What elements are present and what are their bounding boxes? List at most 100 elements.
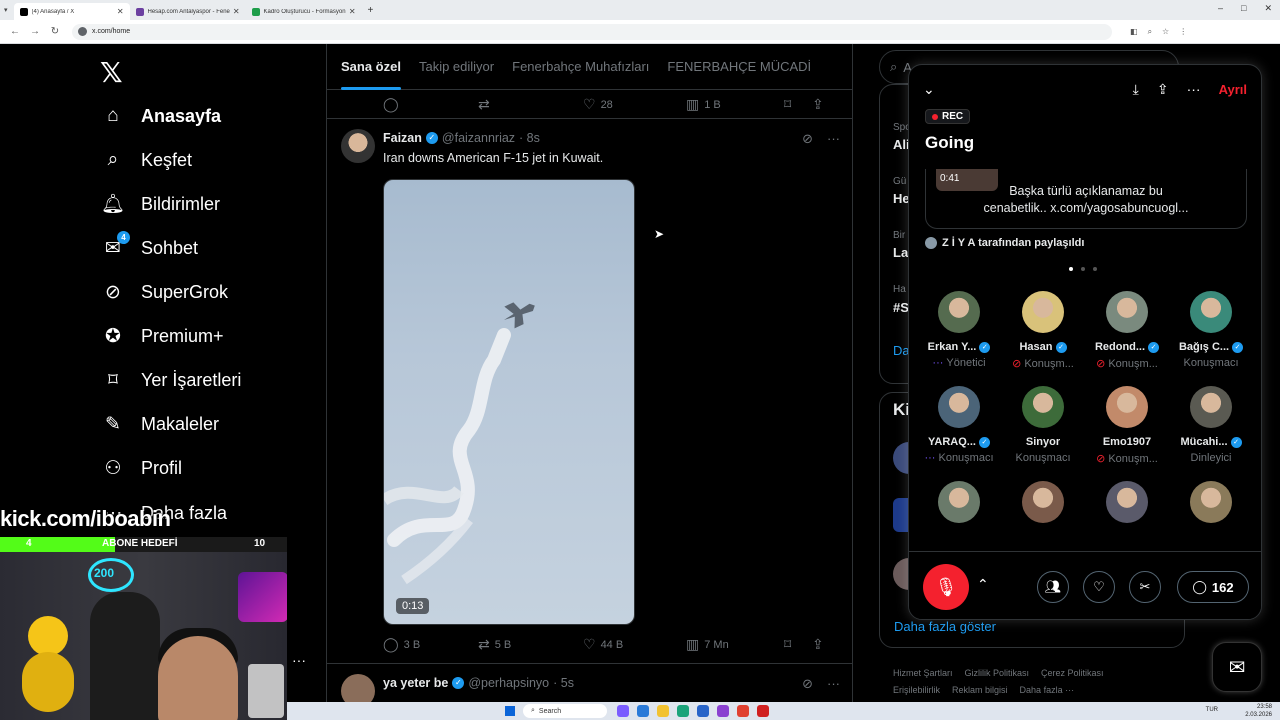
footer-link[interactable]: Gizlilik Politikası <box>965 668 1030 678</box>
clip-button[interactable]: ✂ <box>1129 571 1161 603</box>
app-icon[interactable] <box>637 705 649 717</box>
mic-muted-button[interactable]: 🎙︎ <box>923 564 969 610</box>
leave-button[interactable]: Ayrıl <box>1219 82 1247 97</box>
space-participant[interactable] <box>1085 481 1169 523</box>
footer-link[interactable]: Hizmet Şartları <box>893 668 953 678</box>
like-button[interactable]: ♡ 44 B <box>583 636 686 653</box>
nav-item-3[interactable]: 🔔︎ Bildirimler <box>100 184 220 224</box>
bookmark-button[interactable]: ⌑ <box>784 96 812 113</box>
maximize-button[interactable]: □ <box>1241 3 1246 14</box>
browser-tab-x[interactable]: (4) Anasayfa / X ✕ <box>13 3 130 20</box>
share-button[interactable]: ⇪ <box>812 96 824 113</box>
close-tab-icon[interactable]: ✕ <box>233 7 240 16</box>
carousel-dot[interactable] <box>1069 267 1073 271</box>
tab-fenerbahce-muhafizlari[interactable]: Fenerbahçe Muhafızları <box>512 44 649 90</box>
space-participant[interactable] <box>1001 481 1085 523</box>
close-tab-icon[interactable]: ✕ <box>117 7 124 16</box>
tab-for-you[interactable]: Sana özel <box>341 44 401 90</box>
views-button[interactable]: ▥ 1 B <box>686 96 784 113</box>
nav-item-6[interactable]: ✪ Premium+ <box>100 316 224 356</box>
space-participant[interactable]: Bağış C... ✓ Konuşmacı <box>1169 291 1253 369</box>
windows-start-icon[interactable] <box>505 706 515 716</box>
chevron-up-icon[interactable]: ⌃ <box>977 576 989 593</box>
bookmark-button[interactable]: ⌑ <box>784 636 812 653</box>
language-indicator[interactable]: TUR <box>1206 707 1218 713</box>
tab-menu-icon[interactable]: ▾ <box>4 6 8 14</box>
taskbar-search[interactable]: ⌕ Search <box>523 704 607 718</box>
repost-button[interactable]: ⇄ <box>478 96 583 113</box>
space-participant[interactable]: Emo1907 ⊘ Konuşm... <box>1085 386 1169 465</box>
tab-following[interactable]: Takip ediliyor <box>419 44 494 90</box>
nav-item-2[interactable]: ⌕ Keşfet <box>100 140 192 180</box>
system-clock[interactable]: 23:58 2.03.2026 <box>1245 703 1272 719</box>
browser-tab-kadro[interactable]: Kadro Oluşturucu - Formasyon ✕ <box>246 3 362 20</box>
reactions-button[interactable]: ♡ <box>1083 571 1115 603</box>
footer-link[interactable]: Erişilebilirlik <box>893 685 940 695</box>
tweet-time[interactable]: · 8s <box>519 131 540 145</box>
nav-item-8[interactable]: ✎ Makaleler <box>100 404 219 444</box>
more-options-icon[interactable]: ··· <box>1187 81 1201 97</box>
space-participant[interactable]: Erkan Y... ✓ ··· Yönetici <box>917 291 1001 369</box>
space-participant[interactable]: Sinyor Konuşmacı <box>1001 386 1085 464</box>
grok-icon[interactable]: ⊘ <box>802 131 813 147</box>
extension-icon[interactable]: ⌕ <box>1148 27 1152 37</box>
footer-link[interactable]: Çerez Politikası <box>1041 668 1104 678</box>
avatar[interactable] <box>341 129 375 163</box>
views-button[interactable]: ▥ 7 Mn <box>686 636 784 653</box>
show-more-link[interactable]: Daha fazla göster <box>894 619 996 634</box>
extension-icon[interactable]: ☆ <box>1162 27 1169 37</box>
extension-icon[interactable]: ◧ <box>1130 27 1138 37</box>
url-field[interactable]: x.com/home <box>72 23 1112 40</box>
carousel-dot[interactable] <box>1093 267 1097 271</box>
space-participant[interactable] <box>1169 481 1253 523</box>
nav-item-5[interactable]: ⊘ SuperGrok <box>100 272 228 312</box>
more-options-icon[interactable]: ··· <box>827 131 840 147</box>
carousel-dot[interactable] <box>1081 267 1085 271</box>
grok-icon[interactable]: ⊘ <box>802 676 813 692</box>
space-participant[interactable]: Mücahi... ✓ Dinleyici <box>1169 386 1253 464</box>
author-name[interactable]: ya yeter be <box>383 676 448 690</box>
edge-icon[interactable] <box>677 705 689 717</box>
chrome-icon[interactable] <box>737 705 749 717</box>
trend-title[interactable]: La <box>893 245 908 260</box>
comments-button[interactable]: ◯ 162 <box>1177 571 1249 603</box>
space-participant[interactable]: YARAQ... ✓ ··· Konuşmacı <box>917 386 1001 464</box>
like-button[interactable]: ♡ 28 <box>583 96 686 113</box>
reply-button[interactable]: ◯ 3 B <box>383 636 478 653</box>
x-logo-icon[interactable]: 𝕏 <box>100 56 123 89</box>
more-options-icon[interactable]: ··· <box>827 676 840 692</box>
repost-button[interactable]: ⇄ 5 B <box>478 636 583 653</box>
store-icon[interactable] <box>697 705 709 717</box>
tweet-video[interactable]: 0:13 <box>383 179 635 625</box>
minimize-button[interactable]: – <box>1218 3 1223 14</box>
tab-fenerbahce-mucadele[interactable]: FENERBAHÇE MÜCADİ <box>667 44 811 90</box>
app-icon[interactable] <box>617 705 629 717</box>
nav-item-7[interactable]: ⌑ Yer İşaretleri <box>100 360 241 400</box>
site-info-icon[interactable] <box>78 27 87 36</box>
minimize-space-icon[interactable]: ⤓ <box>1133 81 1139 98</box>
new-tab-button[interactable]: + <box>368 5 374 16</box>
reload-icon[interactable]: ↻ <box>50 26 60 37</box>
share-button[interactable]: ⇪ <box>812 636 824 653</box>
pinned-post[interactable]: 0:41 Başka türlü açıklanamaz bu cenabetl… <box>925 169 1247 229</box>
footer-link[interactable]: Daha fazla ··· <box>1020 685 1075 695</box>
folder-icon[interactable] <box>657 705 669 717</box>
nav-item-1[interactable]: ⌂ Anasayfa <box>100 96 221 136</box>
author-handle[interactable]: @perhapsinyo <box>468 676 549 690</box>
space-participant[interactable] <box>917 481 1001 523</box>
app-icon[interactable] <box>757 705 769 717</box>
author-name[interactable]: Faizan <box>383 131 422 145</box>
forward-arrow-icon[interactable]: → <box>30 26 40 37</box>
space-participant[interactable]: Redond... ✓ ⊘ Konuşm... <box>1085 291 1169 370</box>
space-participant[interactable]: Hasan ✓ ⊘ Konuşm... <box>1001 291 1085 370</box>
close-tab-icon[interactable]: ✕ <box>349 7 356 16</box>
trend-title[interactable]: #S <box>893 300 909 315</box>
nav-item-4[interactable]: ✉ 4 Sohbet <box>100 228 198 268</box>
app-icon[interactable] <box>717 705 729 717</box>
nav-item-9[interactable]: ⚇ Profil <box>100 448 182 488</box>
author-handle[interactable]: @faizannriaz <box>442 131 515 145</box>
messages-button[interactable]: ✉ <box>1212 642 1262 692</box>
footer-link[interactable]: Reklam bilgisi <box>952 685 1008 695</box>
collapse-chevron-icon[interactable]: ⌄ <box>923 81 935 98</box>
back-arrow-icon[interactable]: ← <box>10 26 20 37</box>
